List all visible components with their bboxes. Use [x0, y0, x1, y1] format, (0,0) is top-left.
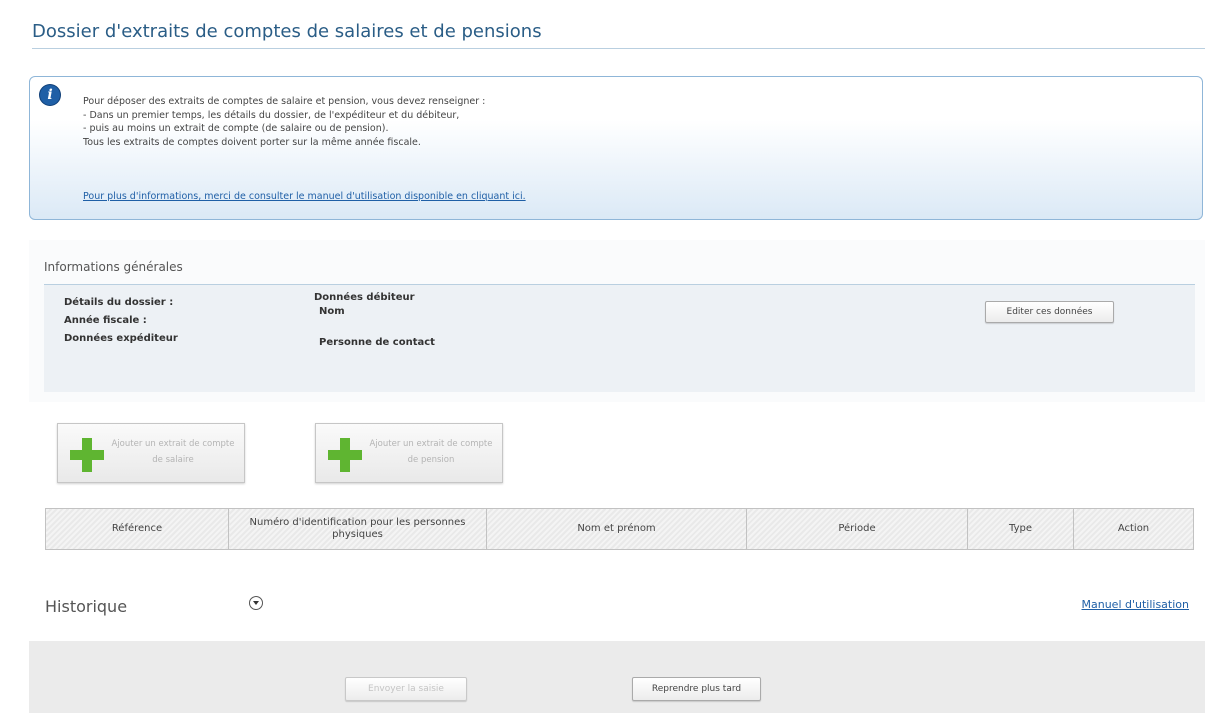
extracts-table: Référence Numéro d'identification pour l… [45, 508, 1194, 550]
column-header-name[interactable]: Nom et prénom [486, 508, 747, 550]
add-salary-extract-label: Ajouter un extrait de compte de salaire [111, 439, 235, 465]
plus-icon [70, 438, 104, 472]
column-header-period[interactable]: Période [746, 508, 968, 550]
add-pension-extract-label: Ajouter un extrait de compte de pension [369, 439, 493, 465]
contact-person-label: Personne de contact [319, 337, 435, 348]
debtor-name-label: Nom [319, 306, 345, 317]
history-title: Historique [45, 597, 128, 616]
edit-data-button[interactable]: Editer ces données [985, 301, 1114, 323]
info-icon: i [40, 85, 60, 105]
column-header-id-number[interactable]: Numéro d'identification pour les personn… [228, 508, 487, 550]
manual-info-link[interactable]: Pour plus d'informations, merci de consu… [83, 191, 526, 202]
column-header-type[interactable]: Type [967, 508, 1074, 550]
page-title: Dossier d'extraits de comptes de salaire… [32, 18, 1205, 49]
info-line: - puis au moins un extrait de compte (de… [83, 123, 389, 134]
footer-bar: Envoyer la saisie Reprendre plus tard [29, 641, 1205, 713]
sender-data-label: Données expéditeur [64, 333, 178, 344]
add-pension-extract-button[interactable]: Ajouter un extrait de compte de pension [315, 423, 503, 483]
details-label: Détails du dossier : [64, 297, 174, 308]
fiscal-year-label: Année fiscale : [64, 315, 147, 326]
resume-later-button[interactable]: Reprendre plus tard [632, 677, 761, 701]
column-header-action: Action [1073, 508, 1194, 550]
add-salary-extract-button[interactable]: Ajouter un extrait de compte de salaire [57, 423, 245, 483]
user-manual-link[interactable]: Manuel d'utilisation [1082, 598, 1190, 611]
info-box: i Pour déposer des extraits de comptes d… [29, 76, 1203, 220]
info-line: - Dans un premier temps, les détails du … [83, 109, 460, 121]
general-info-section: Informations générales Détails du dossie… [29, 240, 1205, 402]
plus-icon [328, 438, 362, 472]
section-title: Informations générales [44, 260, 183, 274]
info-line: Pour déposer des extraits de comptes de … [83, 96, 486, 107]
send-entry-button[interactable]: Envoyer la saisie [345, 677, 467, 701]
debtor-data-label: Données débiteur [314, 292, 415, 303]
chevron-down-circle-icon[interactable] [249, 596, 263, 610]
info-line: Tous les extraits de comptes doivent por… [83, 136, 421, 148]
info-text: Pour déposer des extraits de comptes de … [83, 95, 485, 149]
column-header-reference[interactable]: Référence [45, 508, 229, 550]
